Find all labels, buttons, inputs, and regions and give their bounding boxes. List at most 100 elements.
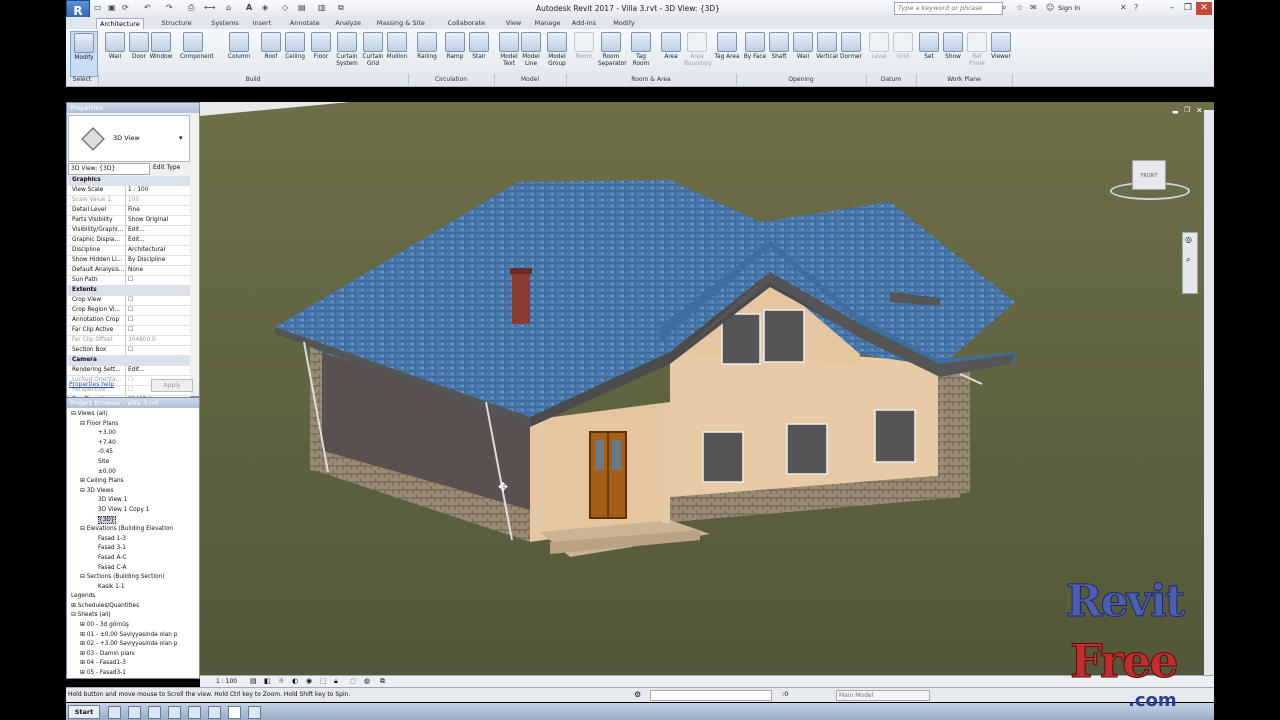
property-value[interactable]: ☐ <box>126 326 188 335</box>
ribbon-model-line-button[interactable]: Model Line <box>518 31 544 75</box>
panel-work-plane[interactable]: Work Plane <box>916 74 1013 85</box>
view-minimize-icon[interactable]: ▬ <box>1172 108 1179 116</box>
print-icon[interactable]: ⎙ <box>188 3 194 13</box>
section-icon[interactable]: ◇ <box>282 3 288 13</box>
ribbon-tag-area-button[interactable]: Tag Area <box>714 31 740 75</box>
property-value[interactable]: Fine <box>126 206 188 215</box>
browser-tree-item[interactable]: 3D View 1 <box>67 496 199 506</box>
ribbon-ref-plane-button[interactable]: Ref Plane <box>964 31 990 75</box>
3d-viewport[interactable]: ✥ ▬ ❐ ✕ FRONT ◎ ⌕ <box>200 102 1214 675</box>
search-input[interactable]: Type a keyword or phrase <box>894 2 1003 15</box>
ribbon-stair-button[interactable]: Stair <box>466 31 492 75</box>
tab-architecture[interactable]: Architecture <box>96 18 144 29</box>
temporary-hide-icon[interactable]: ◌ <box>350 677 356 685</box>
visual-style-icon[interactable]: ◧ <box>264 677 271 685</box>
crop-view-icon[interactable]: ⬚ <box>320 677 327 685</box>
detail-level-icon[interactable]: ▤ <box>250 677 257 685</box>
steering-wheel-icon[interactable]: ◎ <box>1185 235 1192 244</box>
ribbon-show-button[interactable]: Show <box>940 31 966 75</box>
settings-icon[interactable] <box>208 706 221 719</box>
ribbon-by-face-button[interactable]: By Face <box>742 31 768 75</box>
property-value[interactable]: Edit... <box>126 236 188 245</box>
tab-annotate[interactable]: Annotate <box>287 18 323 28</box>
ribbon-curtain-grid-button[interactable]: Curtain Grid <box>360 31 386 75</box>
property-value[interactable]: ☐ <box>126 346 188 355</box>
start-button[interactable]: Start <box>68 705 100 719</box>
panel-build[interactable]: Build <box>98 74 409 85</box>
shadows-icon[interactable]: ◐ <box>292 677 298 685</box>
ribbon-curtain-system-button[interactable]: Curtain System <box>334 31 360 75</box>
workset-icon[interactable]: ⚙ <box>634 690 641 699</box>
tab-view[interactable]: View <box>503 18 524 28</box>
ribbon-window-button[interactable]: Window <box>148 31 174 75</box>
sun-path-icon[interactable]: ☼ <box>278 677 284 685</box>
type-selector[interactable]: 3D View ▾ <box>68 115 190 162</box>
desktop-icon[interactable] <box>108 706 121 719</box>
ribbon-area-boundary-button[interactable]: Area Boundary <box>684 31 712 75</box>
property-value[interactable]: Architectural <box>126 246 188 255</box>
ribbon-wall-button[interactable]: Wall <box>102 31 128 75</box>
property-value[interactable]: Show Original <box>126 216 188 225</box>
tab-analyze[interactable]: Analyze <box>332 18 364 28</box>
open-icon[interactable]: ▭ <box>94 3 102 13</box>
help-icon[interactable]: ? <box>1134 3 1138 13</box>
sync-icon[interactable]: ⟳ <box>122 3 129 13</box>
exchange-icon[interactable]: ✕ <box>1120 3 1127 13</box>
ribbon-wall-button[interactable]: Wall <box>790 31 816 75</box>
property-value[interactable]: ☐ <box>126 306 188 315</box>
text-icon[interactable]: A <box>246 3 252 13</box>
browser-tree-item[interactable]: ±0.00 <box>67 468 199 478</box>
ribbon-mullion-button[interactable]: Mullion <box>384 31 410 75</box>
tab-insert[interactable]: Insert <box>250 18 275 28</box>
view-cube[interactable]: FRONT <box>1110 160 1190 204</box>
property-value[interactable]: 304800.0 <box>126 336 188 345</box>
panel-select[interactable]: Select <box>66 74 99 85</box>
tag-icon[interactable]: ⌂ <box>226 3 231 13</box>
ribbon-set-button[interactable]: Set <box>916 31 942 75</box>
tab-modify[interactable]: Modify <box>610 18 638 28</box>
view-scale[interactable]: 1 : 100 <box>216 678 237 685</box>
ribbon-level-button[interactable]: Level <box>866 31 892 75</box>
property-value[interactable]: Edit... <box>126 226 188 235</box>
instance-selector[interactable]: 3D View: {3D} <box>68 163 150 175</box>
browser-tree-item[interactable]: ⊞ 05 - Fasad3-1 <box>67 669 199 679</box>
property-value[interactable]: 100 <box>126 196 188 205</box>
switch-windows-icon[interactable]: ⧉ <box>338 3 344 13</box>
browser-tree-item[interactable]: ⊞ 01 - ±0.00 Səviyyəsində olan p <box>67 631 199 641</box>
browser-tree-item[interactable]: ⊞ 00 - 3d görnüş <box>67 621 199 631</box>
ribbon-area-button[interactable]: Area <box>658 31 684 75</box>
revit-taskbar-icon[interactable] <box>228 706 241 719</box>
browser-tree-item[interactable]: Fasad 3-1 <box>67 544 199 554</box>
browser-tree-item[interactable]: ⊞ Ceiling Plans <box>67 477 199 487</box>
ribbon-room-button[interactable]: Room <box>571 31 597 75</box>
browser-tree-item[interactable]: -0.45 <box>67 448 199 458</box>
view-restore-icon[interactable]: ❐ <box>1184 106 1190 114</box>
browser-tree-item[interactable]: ⊞ Schedules/Quantities <box>67 602 199 612</box>
ribbon-room-separator-button[interactable]: Room Separator <box>598 31 627 75</box>
ribbon-grid-button[interactable]: Grid <box>890 31 916 75</box>
browser-tree-item[interactable]: Fasad A-C <box>67 554 199 564</box>
close-hidden-icon[interactable]: ▥ <box>318 3 326 13</box>
browser-tree-item[interactable]: Fasad C-A <box>67 564 199 574</box>
3d-view-icon[interactable]: ◈ <box>262 3 268 13</box>
workset-selector[interactable] <box>650 690 772 701</box>
property-value[interactable]: ☐ <box>126 316 188 325</box>
close-button[interactable]: ✕ <box>1196 2 1212 15</box>
measure-icon[interactable]: ⟷ <box>204 3 215 13</box>
apply-button[interactable]: Apply <box>151 379 193 392</box>
minimize-button[interactable]: – <box>1164 2 1180 15</box>
ribbon-tag-room-button[interactable]: Tag Room <box>628 31 654 75</box>
property-group[interactable]: Camera <box>68 356 190 366</box>
properties-help-link[interactable]: Properties help <box>69 381 114 388</box>
thin-lines-icon[interactable]: ▤ <box>298 3 306 13</box>
browser-tree-item[interactable]: +3.00 <box>67 429 199 439</box>
browser-tree-item[interactable]: ⊞ 04 - Fasad1-3 <box>67 659 199 669</box>
ribbon-ceiling-button[interactable]: Ceiling <box>282 31 308 75</box>
browser-tree-item[interactable]: {3D} <box>67 515 199 526</box>
ribbon-vertical-button[interactable]: Vertical <box>814 31 840 75</box>
property-value[interactable]: 1 : 100 <box>126 186 188 195</box>
browser-tree-item[interactable]: ⊟ 3D Views <box>67 487 199 497</box>
ribbon-roof-button[interactable]: Roof <box>258 31 284 75</box>
browser-tree-item[interactable]: ⊞ 03 - Damın planı <box>67 650 199 660</box>
tab-collaborate[interactable]: Collaborate <box>445 18 488 28</box>
